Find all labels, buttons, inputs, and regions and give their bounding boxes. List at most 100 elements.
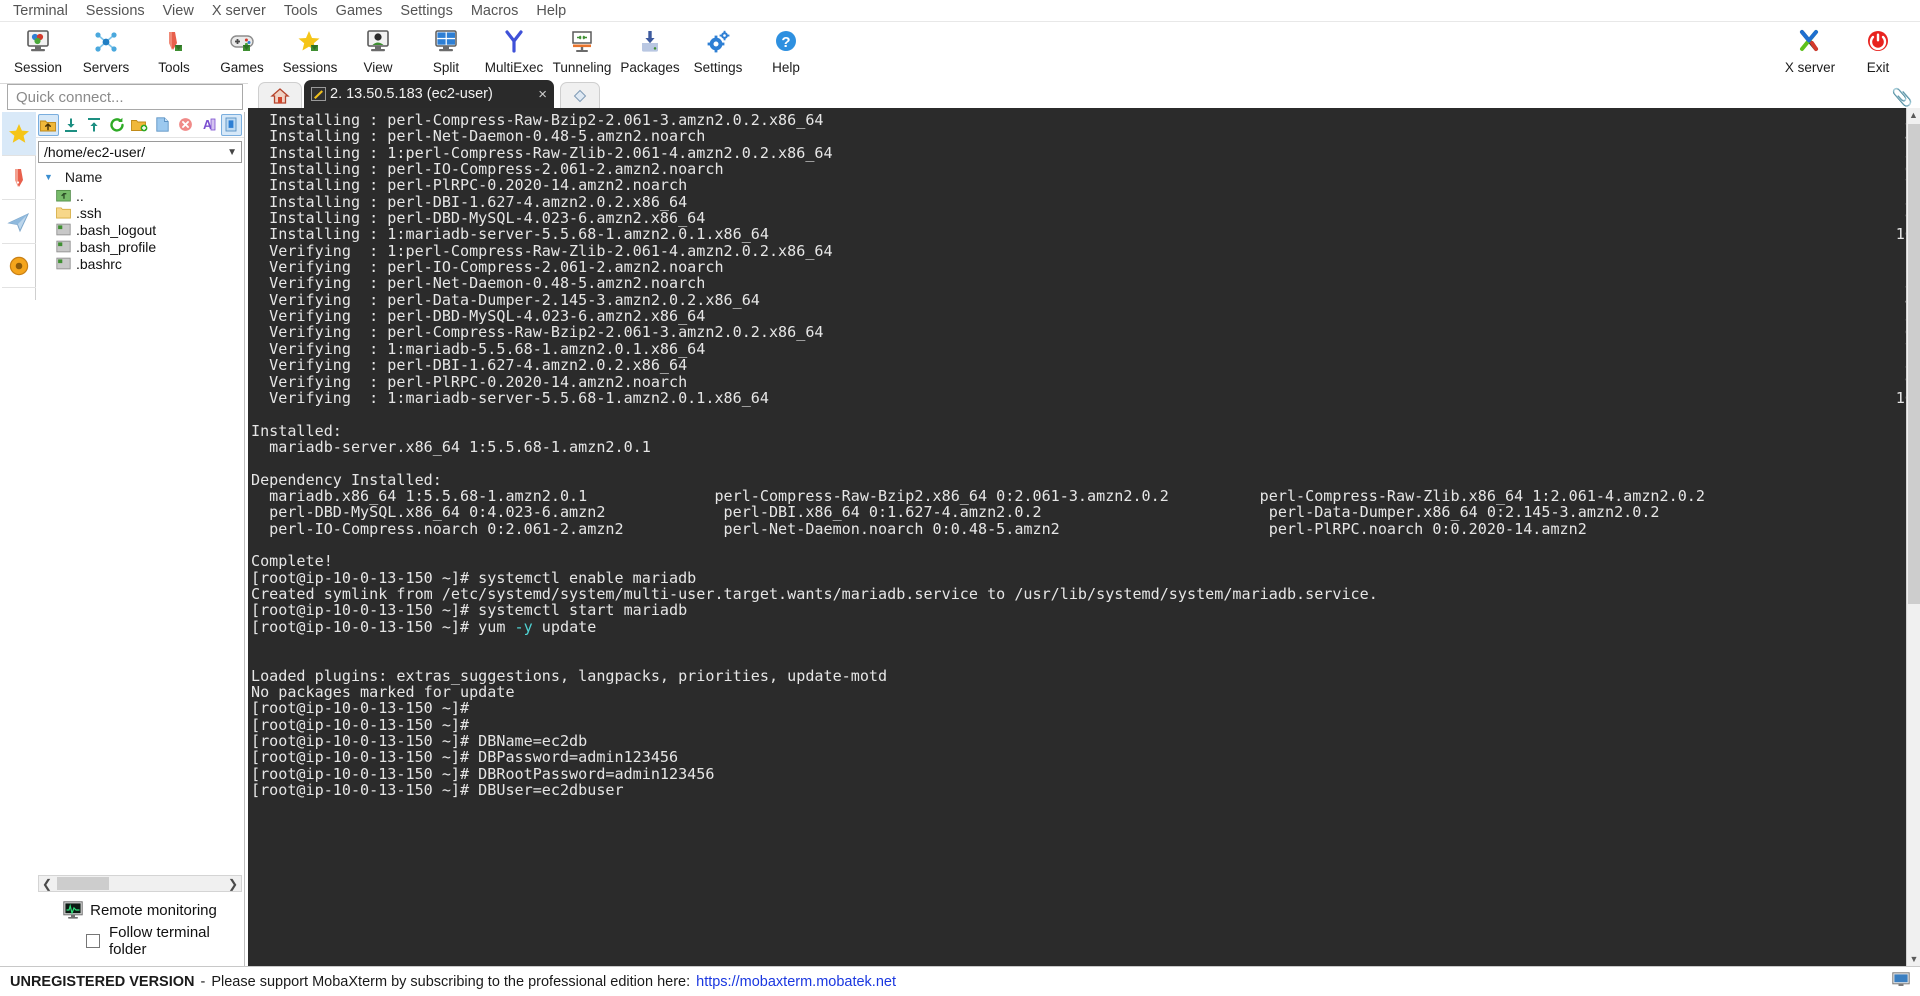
scroll-down-icon[interactable]: ▼ (1907, 952, 1920, 966)
sftp-new-folder-button[interactable] (130, 114, 151, 136)
sftp-binary-mode-button[interactable] (220, 113, 242, 136)
list-item[interactable]: .bashrc (36, 255, 244, 272)
session-icon (24, 27, 52, 57)
menu-bar: Terminal Sessions View X server Tools Ga… (0, 0, 1920, 22)
terminal-line: Dependency Installed: (251, 470, 442, 489)
toolbar-label: Exit (1866, 60, 1890, 75)
rail-button-bookmarks[interactable] (2, 112, 36, 156)
sftp-horizontal-scrollbar[interactable]: ❮ ❯ (38, 875, 242, 892)
toolbar-label: Tools (158, 60, 190, 75)
toolbar-button-x-server[interactable]: X server (1776, 22, 1844, 82)
tab-session-active[interactable]: 2. 13.50.5.183 (ec2-user) × (304, 80, 554, 108)
menu-item-sessions[interactable]: Sessions (77, 1, 154, 21)
terminal-line: Installing : perl-DBD-MySQL-4.023-6.amzn… (251, 209, 1906, 228)
remote-monitoring-button[interactable]: Remote monitoring (36, 898, 244, 922)
sftp-path-field[interactable]: /home/ec2-user/ ▼ (38, 141, 242, 163)
menu-item-settings[interactable]: Settings (391, 1, 461, 21)
terminal-line: Installing : perl-IO-Compress-2.061-2.am… (251, 160, 1906, 179)
menu-item-games[interactable]: Games (327, 1, 392, 21)
terminal-line: [root@ip-10-0-13-150 ~]# (251, 715, 479, 734)
toolbar-label: Packages (620, 60, 680, 75)
chevron-down-icon[interactable]: ▼ (227, 147, 237, 158)
quick-connect-input[interactable]: Quick connect... (7, 84, 243, 110)
script-file-icon (56, 240, 71, 253)
scrollbar-thumb[interactable] (1908, 124, 1920, 604)
sftp-download-button[interactable] (61, 114, 82, 136)
list-item[interactable]: .ssh (36, 204, 244, 221)
toolbar-label: Sessions (282, 60, 338, 75)
scrollbar-thumb[interactable] (57, 877, 109, 890)
sftp-upload-button[interactable] (84, 114, 105, 136)
toolbar-button-games[interactable]: Games (208, 22, 276, 82)
terminal-scrollbar[interactable]: ▲ ▼ (1906, 108, 1920, 966)
toolbar-button-multiexec[interactable]: MultiExec (480, 22, 548, 82)
terminal-line: Verifying : perl-PlRPC-0.2020-14.amzn2.n… (251, 372, 1906, 391)
menu-item-tools[interactable]: Tools (275, 1, 327, 21)
menu-item-terminal[interactable]: Terminal (4, 1, 77, 21)
terminal-output[interactable]: Installing : perl-Compress-Raw-Bzip2-2.0… (248, 108, 1906, 800)
scroll-left-icon[interactable]: ❮ (39, 877, 55, 891)
terminal-line: mariadb.x86_64 1:5.5.68-1.amzn2.0.1 perl… (251, 486, 1705, 505)
attachment-paperclip-icon[interactable]: 📎 (1892, 88, 1913, 108)
toolbar-button-tunneling[interactable]: Tunneling (548, 22, 616, 82)
rail-button-macros[interactable] (2, 244, 36, 288)
toolbar-button-session[interactable]: Session (4, 22, 72, 82)
tab-close-icon[interactable]: × (538, 86, 547, 103)
terminal-line: [root@ip-10-0-13-150 ~]# DBRootPassword=… (251, 764, 715, 783)
terminal-line: [root@ip-10-0-13-150 ~]# systemctl start… (251, 601, 688, 620)
list-item[interactable]: .. (36, 187, 244, 204)
tab-home[interactable] (258, 82, 302, 108)
menu-item-x-server[interactable]: X server (203, 1, 275, 21)
packages-icon (636, 27, 664, 57)
scroll-right-icon[interactable]: ❯ (225, 877, 241, 891)
status-dash: - (200, 973, 206, 990)
toolbar-button-packages[interactable]: Packages (616, 22, 684, 82)
svg-text:?: ? (781, 34, 790, 51)
list-item[interactable]: .bash_logout (36, 221, 244, 238)
list-item[interactable]: .bash_profile (36, 238, 244, 255)
sftp-column-header[interactable]: ▼ Name (36, 167, 244, 187)
sftp-parent-folder-button[interactable] (38, 113, 59, 136)
toolbar-label: X server (1784, 60, 1836, 75)
script-file-icon (56, 223, 71, 236)
sftp-new-file-button[interactable] (152, 114, 173, 136)
toolbar-button-tools[interactable]: Tools (140, 22, 208, 82)
toolbar-label: Help (772, 60, 800, 75)
terminal-line: Loaded plugins: extras_suggestions, lang… (251, 666, 888, 685)
toolbar-button-help[interactable]: ? Help (752, 22, 820, 82)
terminal-panel[interactable]: Installing : perl-Compress-Raw-Bzip2-2.0… (248, 108, 1906, 966)
mobaxterm-website-link[interactable]: https://mobaxterm.mobatek.net (696, 974, 896, 990)
toolbar-button-exit[interactable]: Exit (1844, 22, 1912, 82)
terminal-line: Installing : 1:perl-Compress-Raw-Zlib-2.… (251, 143, 1906, 162)
new-tab-button[interactable] (560, 82, 600, 108)
scroll-up-icon[interactable]: ▲ (1907, 108, 1920, 122)
menu-item-view[interactable]: View (154, 1, 203, 21)
star-icon (9, 123, 29, 143)
terminal-line: [root@ip-10-0-13-150 ~]# DBUser=ec2dbuse… (251, 781, 624, 800)
terminal-line: Verifying : perl-Data-Dumper-2.145-3.amz… (251, 290, 1906, 309)
menu-item-help[interactable]: Help (527, 1, 575, 21)
rail-button-send[interactable] (2, 200, 36, 244)
toolbar-label: View (363, 60, 393, 75)
sftp-refresh-button[interactable] (107, 114, 128, 136)
sftp-delete-button[interactable] (175, 114, 196, 136)
toolbar-button-sessions[interactable]: Sessions (276, 22, 344, 82)
sftp-text-mode-button[interactable]: A (198, 114, 219, 136)
toolbar-button-servers[interactable]: Servers (72, 22, 140, 82)
toolbar-button-settings[interactable]: Settings (684, 22, 752, 82)
toolbar-button-split[interactable]: Split (412, 22, 480, 82)
sftp-toolbar: A (36, 112, 244, 138)
toolbar-button-view[interactable]: View (344, 22, 412, 82)
ssh-tab-icon (311, 87, 326, 101)
toolbar-label: Tunneling (552, 60, 612, 75)
terminal-line: Verifying : perl-IO-Compress-2.061-2.amz… (251, 258, 1906, 277)
rail-button-tools[interactable] (2, 156, 36, 200)
terminal-line: Verifying : perl-Compress-Raw-Bzip2-2.06… (251, 323, 1906, 342)
terminal-line: Verifying : perl-Net-Daemon-0.48-5.amzn2… (251, 274, 1906, 293)
swiss-knife-icon (15, 168, 23, 187)
menu-item-macros[interactable]: Macros (462, 1, 528, 21)
follow-terminal-folder-checkbox[interactable] (86, 934, 100, 948)
multiexec-icon (500, 27, 528, 57)
terminal-line: [root@ip-10-0-13-150 ~]# DBPassword=admi… (251, 748, 679, 767)
follow-terminal-folder-row[interactable]: Follow terminal folder (36, 924, 244, 958)
